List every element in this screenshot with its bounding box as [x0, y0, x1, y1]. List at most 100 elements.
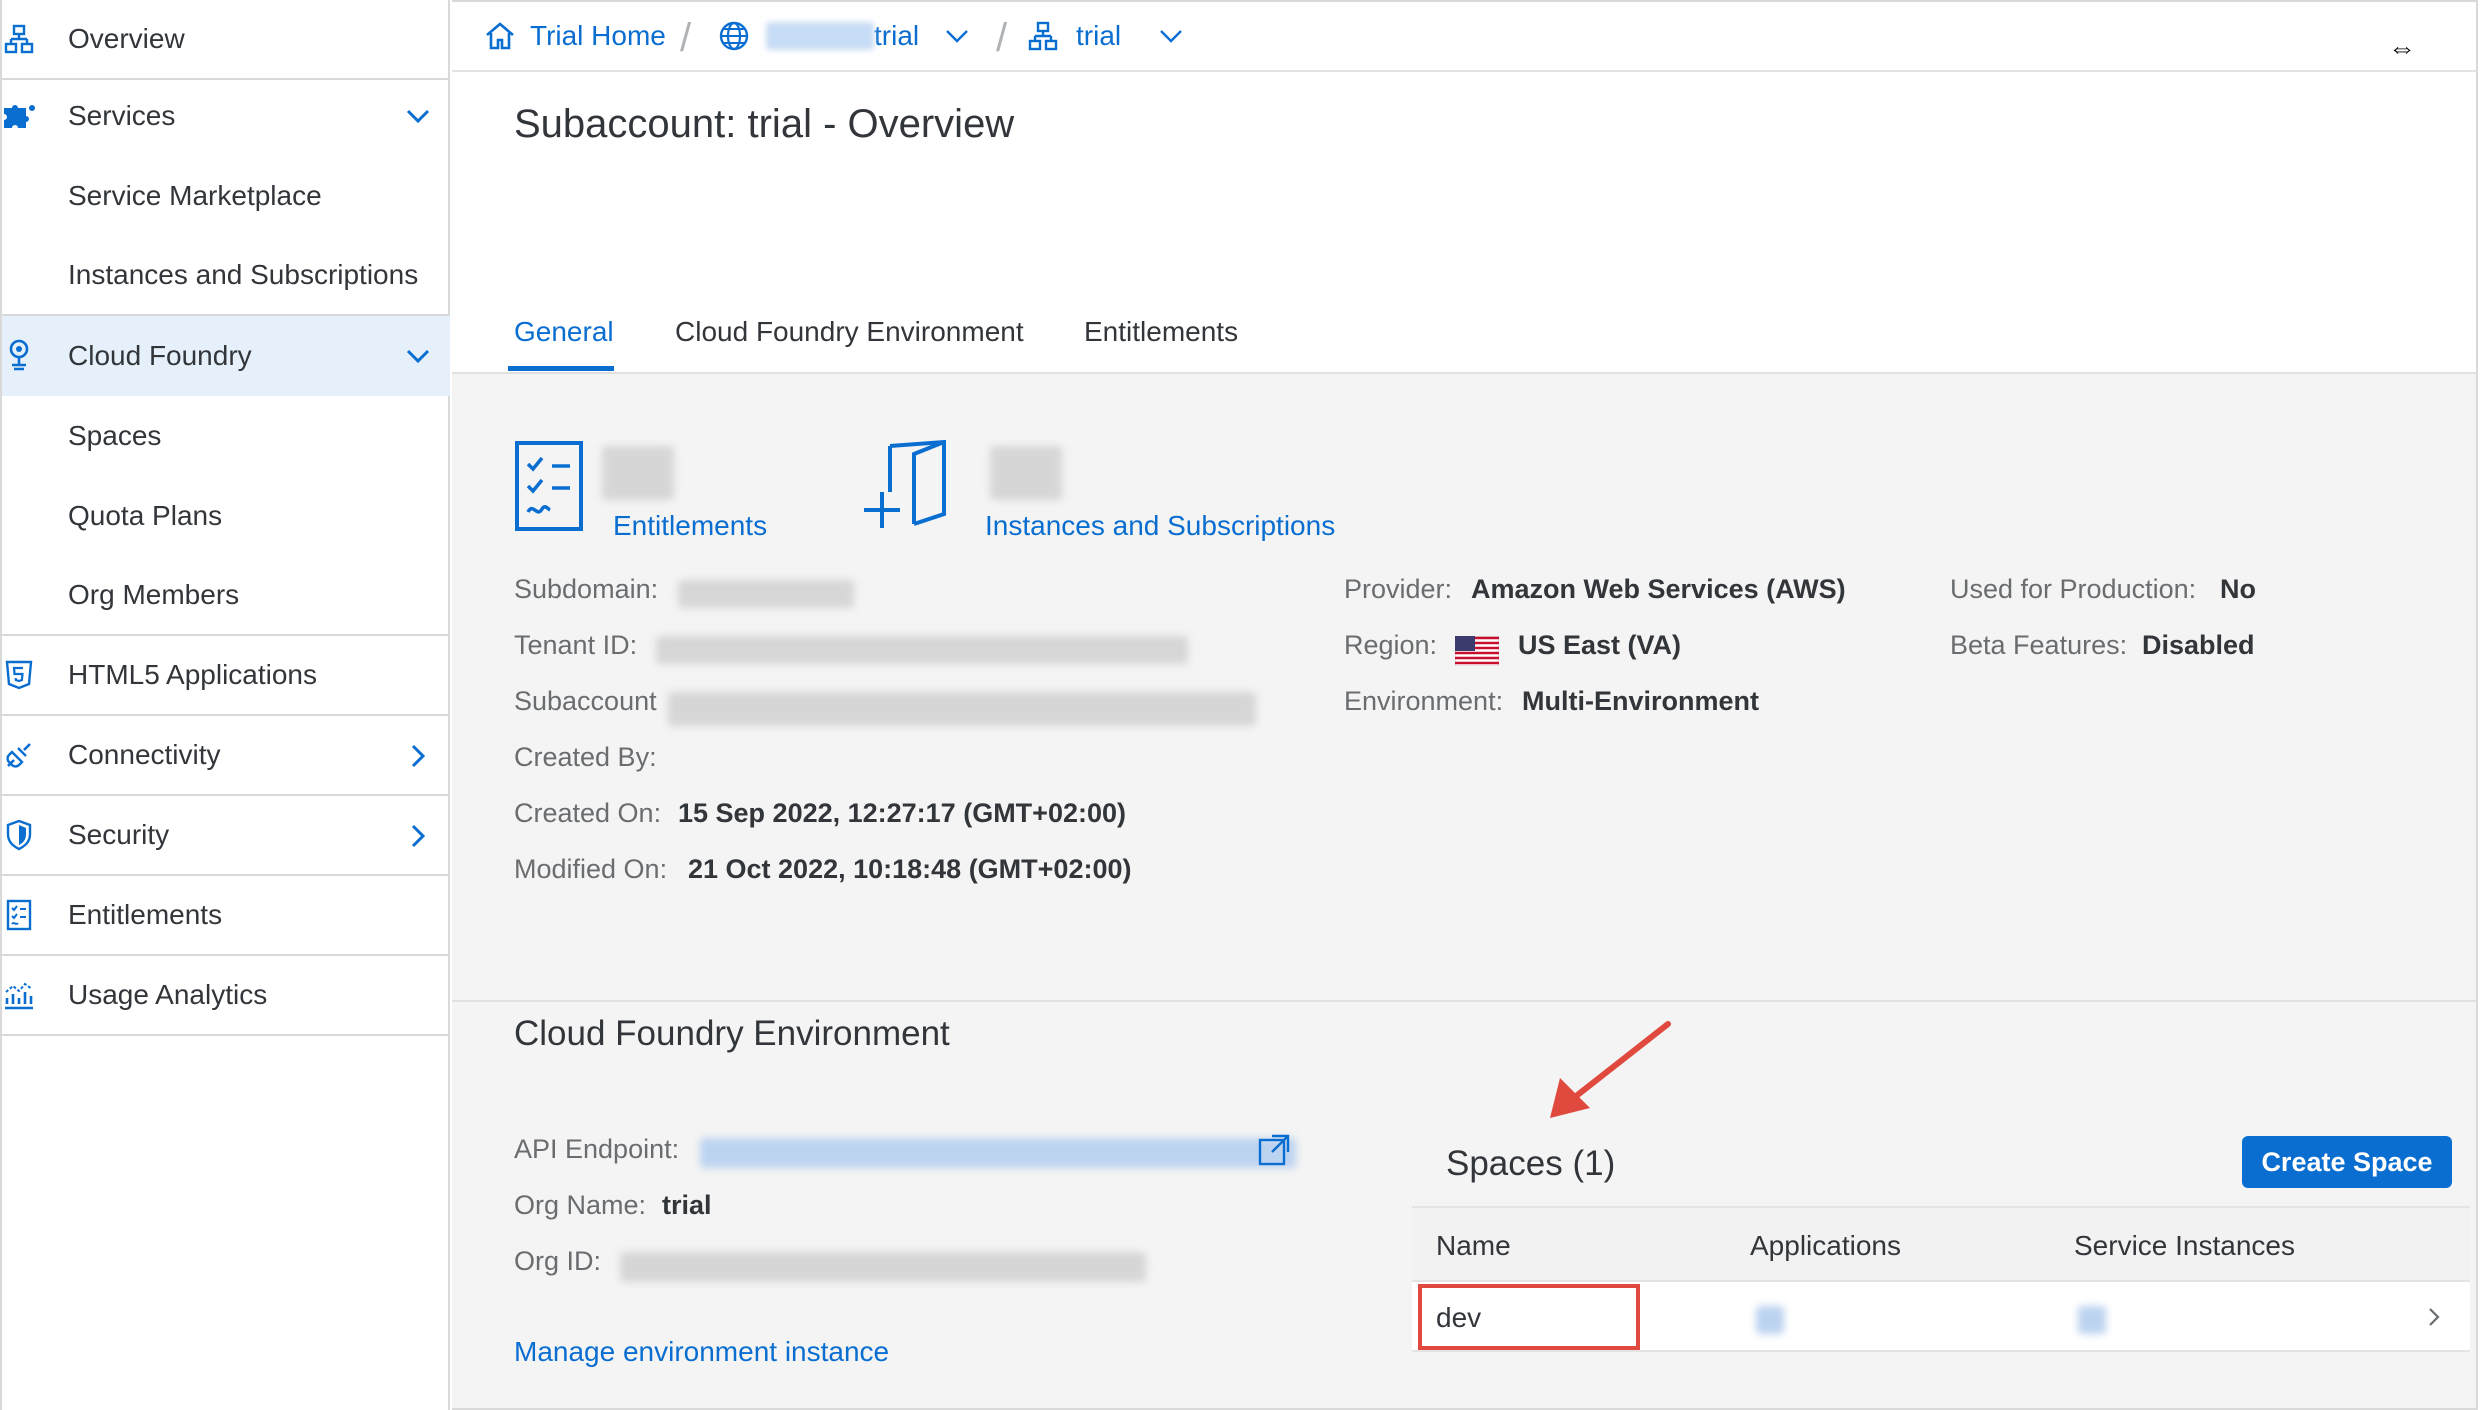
- org-name-label: Org Name:: [514, 1190, 647, 1220]
- tab-entitlements[interactable]: Entitlements: [1084, 316, 1238, 348]
- breadcrumb-global-account[interactable]: trial: [718, 20, 973, 52]
- cloud-foundry-icon: [2, 338, 36, 372]
- breadcrumb: Trial Home / trial / trial ⇔: [452, 0, 2478, 72]
- redacted-instances-count: [990, 446, 1062, 500]
- chevron-down-icon[interactable]: [400, 338, 436, 374]
- chevron-right-icon[interactable]: [400, 738, 436, 774]
- region-label: Region:: [1344, 630, 1438, 660]
- html5-icon: [2, 658, 36, 692]
- api-endpoint-label: API Endpoint:: [514, 1134, 680, 1164]
- sidebar-item-label: HTML5 Applications: [68, 659, 318, 690]
- sidebar-item-label: Connectivity: [68, 739, 221, 770]
- sidebar-item-label: Entitlements: [68, 899, 223, 930]
- resize-handle-icon[interactable]: ⇔: [2388, 32, 2416, 64]
- spaces-table-header: Name Applications Service Instances: [1412, 1206, 2470, 1282]
- external-link-icon[interactable]: [1256, 1132, 1292, 1173]
- sidebar-item-label: Overview: [68, 23, 185, 54]
- created-by-label: Created By:: [514, 742, 657, 772]
- chevron-right-icon[interactable]: [2422, 1302, 2446, 1337]
- production-label: Used for Production:: [1950, 574, 2197, 604]
- redacted-tenant-id: [656, 636, 1188, 664]
- sidebar-item-spaces[interactable]: Spaces: [2, 396, 450, 476]
- sidebar-item-label: Security: [68, 819, 170, 850]
- tab-cloud-foundry-environment[interactable]: Cloud Foundry Environment: [675, 316, 1024, 348]
- main-content: Entitlements Instances and Subscriptions…: [452, 372, 2478, 1410]
- add-document-icon[interactable]: [860, 438, 956, 539]
- org-name-value: trial: [662, 1190, 712, 1220]
- hierarchy-icon: [1028, 21, 1058, 51]
- redacted-account-name: [766, 22, 874, 50]
- page-title: Subaccount: trial - Overview: [514, 102, 1015, 146]
- beta-features-label: Beta Features:: [1950, 630, 2128, 660]
- api-endpoint-link[interactable]: [700, 1138, 1296, 1168]
- redacted-applications-count[interactable]: [1756, 1306, 1784, 1334]
- breadcrumb-subaccount[interactable]: trial: [1028, 20, 1187, 52]
- cf-environment-title: Cloud Foundry Environment: [514, 1014, 950, 1053]
- sidebar-item-org-members[interactable]: Org Members: [2, 556, 450, 636]
- home-icon: [486, 22, 514, 50]
- breadcrumb-home-label: Trial Home: [530, 20, 666, 51]
- region-value: US East (VA): [1518, 630, 1682, 660]
- section-divider: [452, 1000, 2476, 1002]
- sidebar-item-security[interactable]: Security: [2, 796, 450, 876]
- redacted-subaccount-id: [668, 692, 1256, 726]
- tab-general[interactable]: General: [514, 316, 614, 348]
- chevron-down-icon[interactable]: [400, 98, 436, 134]
- sidebar-item-instances-subscriptions[interactable]: Instances and Subscriptions: [2, 236, 450, 316]
- provider-value: Amazon Web Services (AWS): [1471, 574, 1846, 604]
- redacted-service-instances-count[interactable]: [2078, 1306, 2106, 1334]
- breadcrumb-separator: /: [680, 16, 692, 60]
- puzzle-icon: [2, 98, 36, 132]
- sidebar-item-label: Services: [68, 100, 176, 131]
- column-header-name[interactable]: Name: [1436, 1230, 1511, 1262]
- redacted-subdomain: [678, 580, 854, 608]
- created-on-value: 15 Sep 2022, 12:27:17 (GMT+02:00): [678, 798, 1126, 828]
- active-tab-indicator: [508, 366, 614, 371]
- sidebar-item-entitlements[interactable]: Entitlements: [2, 876, 450, 956]
- sidebar-item-html5-applications[interactable]: HTML5 Applications: [2, 636, 450, 716]
- sidebar-item-services[interactable]: Services: [2, 76, 450, 156]
- sidebar-item-connectivity[interactable]: Connectivity: [2, 716, 450, 796]
- breadcrumb-separator: /: [996, 16, 1008, 60]
- chevron-down-icon[interactable]: [1155, 20, 1187, 52]
- breadcrumb-subaccount-label: trial: [1076, 20, 1122, 51]
- hierarchy-icon: [2, 22, 36, 56]
- chevron-down-icon[interactable]: [941, 20, 973, 52]
- entitlements-link[interactable]: Entitlements: [613, 510, 767, 542]
- annotation-highlight-box: [1418, 1284, 1640, 1350]
- breadcrumb-home[interactable]: Trial Home: [484, 20, 666, 52]
- provider-label: Provider:: [1344, 574, 1453, 604]
- sidebar-item-usage-analytics[interactable]: Usage Analytics: [2, 956, 450, 1036]
- production-value: No: [2220, 574, 2256, 604]
- environment-value: Multi-Environment: [1522, 686, 1759, 716]
- column-header-applications[interactable]: Applications: [1750, 1230, 1901, 1262]
- manage-environment-link[interactable]: Manage environment instance: [514, 1336, 889, 1368]
- redacted-entitlements-count: [602, 446, 674, 500]
- sidebar-item-label: Instances and Subscriptions: [68, 259, 419, 290]
- modified-on-value: 21 Oct 2022, 10:18:48 (GMT+02:00): [688, 854, 1132, 884]
- sidebar-item-quota-plans[interactable]: Quota Plans: [2, 476, 450, 556]
- sidebar-item-label: Service Marketplace: [68, 180, 322, 211]
- page-header: Subaccount: trial - Overview General Clo…: [452, 72, 2478, 372]
- us-flag-icon: [1454, 635, 1500, 671]
- sidebar-item-service-marketplace[interactable]: Service Marketplace: [2, 156, 450, 236]
- subdomain-label: Subdomain:: [514, 574, 659, 604]
- sidebar-item-label: Cloud Foundry: [68, 340, 252, 371]
- spaces-title: Spaces (1): [1446, 1144, 1616, 1183]
- column-header-service-instances[interactable]: Service Instances: [2074, 1230, 2295, 1262]
- sidebar-item-cloud-foundry[interactable]: Cloud Foundry: [2, 316, 450, 396]
- sidebar: Overview Services Service Marketplace In…: [0, 0, 450, 1410]
- instances-subscriptions-link[interactable]: Instances and Subscriptions: [985, 510, 1335, 542]
- checklist-icon: [2, 898, 36, 932]
- sidebar-item-overview[interactable]: Overview: [2, 0, 450, 80]
- entitlements-tile-icon[interactable]: [514, 440, 584, 537]
- environment-label: Environment:: [1344, 686, 1504, 716]
- created-on-label: Created On:: [514, 798, 662, 828]
- chevron-right-icon[interactable]: [400, 818, 436, 854]
- sidebar-item-label: Quota Plans: [68, 500, 223, 531]
- connectivity-icon: [2, 738, 36, 772]
- chart-icon: [2, 978, 36, 1012]
- sidebar-item-label: Usage Analytics: [68, 979, 268, 1010]
- create-space-button[interactable]: Create Space: [2242, 1136, 2452, 1188]
- redacted-org-id: [620, 1252, 1146, 1282]
